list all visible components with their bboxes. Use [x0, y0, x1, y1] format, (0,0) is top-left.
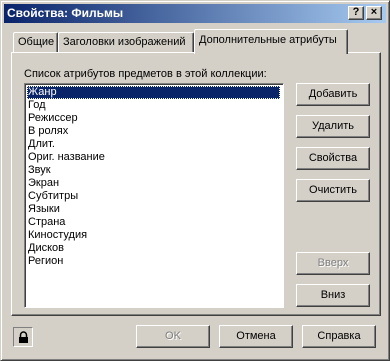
delete-button[interactable]: Удалить: [296, 115, 370, 138]
list-item[interactable]: Дисков: [27, 242, 280, 255]
clear-button[interactable]: Очистить: [296, 179, 370, 202]
cancel-button[interactable]: Отмена: [219, 325, 293, 348]
title-bar: Свойства: Фильмы ? ×: [4, 4, 386, 23]
list-item[interactable]: Звук: [27, 164, 280, 177]
tab-label: Дополнительные атрибуты: [199, 34, 337, 46]
list-item[interactable]: Субтитры: [27, 190, 280, 203]
tab-label: Заголовки изображений: [63, 36, 186, 48]
list-item[interactable]: Языки: [27, 203, 280, 216]
window-title: Свойства: Фильмы: [7, 6, 124, 20]
close-title-button[interactable]: ×: [366, 6, 382, 20]
properties-button[interactable]: Свойства: [296, 147, 370, 170]
help-title-button[interactable]: ?: [348, 6, 364, 20]
list-item[interactable]: Киностудия: [27, 229, 280, 242]
attributes-list-label: Список атрибутов предметов в этой коллек…: [24, 68, 267, 80]
move-up-button[interactable]: Вверх: [296, 252, 370, 275]
list-item[interactable]: Год: [27, 99, 280, 112]
lock-icon: [19, 331, 28, 343]
list-item[interactable]: Жанр: [27, 86, 280, 99]
attributes-listbox[interactable]: Жанр Год Режиссер В ролях Длит. Ориг. названи…: [24, 83, 284, 308]
list-item[interactable]: Экран: [27, 177, 280, 190]
lock-button[interactable]: [13, 327, 33, 347]
add-button[interactable]: Добавить: [296, 83, 370, 106]
move-down-button[interactable]: Вниз: [296, 284, 370, 307]
list-item[interactable]: Режиссер: [27, 112, 280, 125]
list-item[interactable]: Длит.: [27, 138, 280, 151]
list-item[interactable]: Регион: [27, 255, 280, 268]
tab-general[interactable]: Общие: [13, 32, 58, 52]
list-item[interactable]: В ролях: [27, 125, 280, 138]
list-item[interactable]: Ориг. название: [27, 151, 280, 164]
list-item[interactable]: Страна: [27, 216, 280, 229]
help-button[interactable]: Справка: [302, 325, 376, 348]
ok-button[interactable]: OK: [136, 325, 210, 348]
tab-additional-attributes[interactable]: Дополнительные атрибуты: [194, 29, 348, 54]
tab-label: Общие: [18, 36, 55, 48]
attributes-list: Жанр Год Режиссер В ролях Длит. Ориг. названи…: [27, 86, 280, 268]
tab-image-titles[interactable]: Заголовки изображений: [58, 32, 194, 52]
